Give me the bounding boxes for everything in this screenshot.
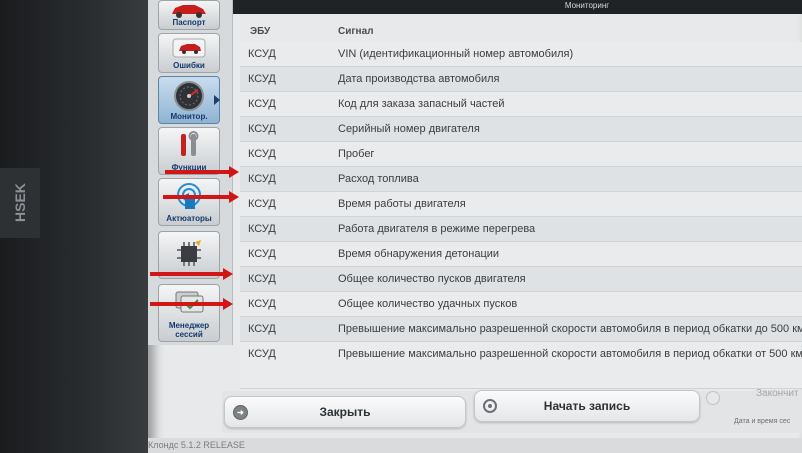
row-signal: Превышение максимально разрешенной скоро… [338, 348, 802, 360]
device-bezel: HSEK [0, 0, 150, 453]
close-button[interactable]: ➜ Закрыть [224, 396, 466, 428]
gauge-icon [159, 77, 219, 112]
row-signal: Превышение максимально разрешенной скоро… [338, 323, 802, 335]
active-indicator-icon [214, 95, 220, 105]
status-bar: Клондс 5.1.2 RELEASE [148, 438, 802, 453]
window-title-bar: Мониторинг [232, 0, 802, 14]
row-signal: Серийный номер двигателя [338, 123, 480, 135]
row-ecu: КСУД [248, 148, 276, 160]
row-ecu: КСУД [248, 48, 276, 60]
table-row[interactable]: КСУД Расход топлива [240, 167, 802, 192]
column-header-signal: Сигнал [338, 26, 374, 37]
row-ecu: КСУД [248, 73, 276, 85]
sidebar-item-label: Паспорт [172, 18, 206, 27]
row-signal: Общее количество удачных пусков [338, 298, 518, 310]
car-errors-icon [159, 34, 219, 61]
row-signal: Расход топлива [338, 173, 419, 185]
car-icon [159, 1, 219, 18]
table-row[interactable]: КСУД Работа двигателя в режиме перегрева [240, 217, 802, 242]
close-arrow-icon: ➜ [233, 405, 248, 420]
row-ecu: КСУД [248, 323, 276, 335]
red-arrow-icon [165, 166, 240, 178]
table-row[interactable]: КСУД VIN (идентификационный номер автомоб… [240, 42, 802, 67]
row-signal: Пробег [338, 148, 375, 160]
row-signal: Работа двигателя в режиме перегрева [338, 223, 536, 235]
sidebar-item-session-manager[interactable]: Менеджер сессий [158, 284, 220, 342]
sidebar-item-label: Менеджер сессий [168, 321, 210, 339]
table-row[interactable]: КСУД Пробег [240, 142, 802, 167]
row-signal: Время работы двигателя [338, 198, 466, 210]
sidebar-item-actuators[interactable]: Актюаторы [158, 178, 220, 226]
finish-icon [706, 391, 720, 405]
tools-icon [159, 128, 219, 163]
table-row[interactable]: КСУД Время работы двигателя [240, 192, 802, 217]
record-icon [483, 399, 497, 413]
signal-table: КСУД VIN (идентификационный номер автомоб… [240, 42, 802, 389]
sidebar-item-passport[interactable]: Паспорт [158, 0, 220, 30]
table-row[interactable]: КСУД Превышение максимально разрешенной с… [240, 342, 802, 389]
version-label: Клондс 5.1.2 RELEASE [148, 440, 245, 450]
sidebar-item-label: Монитор. [170, 112, 208, 121]
red-arrow-icon [163, 191, 240, 203]
table-header: ЭБУ Сигнал [240, 20, 802, 42]
column-header-ecu: ЭБУ [250, 26, 271, 37]
row-signal: Код для заказа запасный частей [338, 98, 505, 110]
finish-button[interactable]: Закончит [700, 384, 802, 414]
table-row[interactable]: КСУД Общее количество пусков двигателя [240, 267, 802, 292]
row-signal: Время обнаружения детонации [338, 248, 500, 260]
row-ecu: КСУД [248, 198, 276, 210]
table-row[interactable]: КСУД Серийный номер двигателя [240, 117, 802, 142]
window-title: Мониторинг [564, 1, 610, 10]
red-arrow-icon [150, 298, 234, 310]
row-signal: Дата производства автомобиля [338, 73, 500, 85]
session-datetime-label: Дата и время сес [734, 418, 791, 425]
red-arrow-icon [150, 268, 234, 280]
row-signal: Общее количество пусков двигателя [338, 273, 526, 285]
row-ecu: КСУД [248, 123, 276, 135]
start-record-button[interactable]: Начать запись [474, 390, 700, 422]
row-ecu: КСУД [248, 223, 276, 235]
row-ecu: КСУД [248, 348, 276, 360]
row-ecu: КСУД [248, 298, 276, 310]
row-signal: VIN (идентификационный номер автомобиля) [338, 48, 574, 60]
row-ecu: КСУД [248, 273, 276, 285]
table-row[interactable]: КСУД Дата производства автомобиля [240, 67, 802, 92]
start-record-label: Начать запись [543, 399, 631, 413]
close-button-label: Закрыть [319, 405, 371, 419]
table-row[interactable]: КСУД Общее количество удачных пусков [240, 292, 802, 317]
finish-button-label: Закончит [756, 388, 799, 399]
sidebar-item-errors[interactable]: Ошибки [158, 33, 220, 73]
bezel-sticker: HSEK [0, 168, 40, 238]
table-row[interactable]: КСУД Превышение максимально разрешенной с… [240, 317, 802, 342]
row-ecu: КСУД [248, 173, 276, 185]
row-ecu: КСУД [248, 98, 276, 110]
row-ecu: КСУД [248, 248, 276, 260]
sidebar-item-monitor[interactable]: Монитор. [158, 76, 220, 124]
sidebar-item-label: Актюаторы [166, 214, 212, 223]
table-row[interactable]: КСУД Время обнаружения детонации [240, 242, 802, 267]
sidebar-item-label: Ошибки [173, 61, 205, 70]
table-row[interactable]: КСУД Код для заказа запасный частей [240, 92, 802, 117]
